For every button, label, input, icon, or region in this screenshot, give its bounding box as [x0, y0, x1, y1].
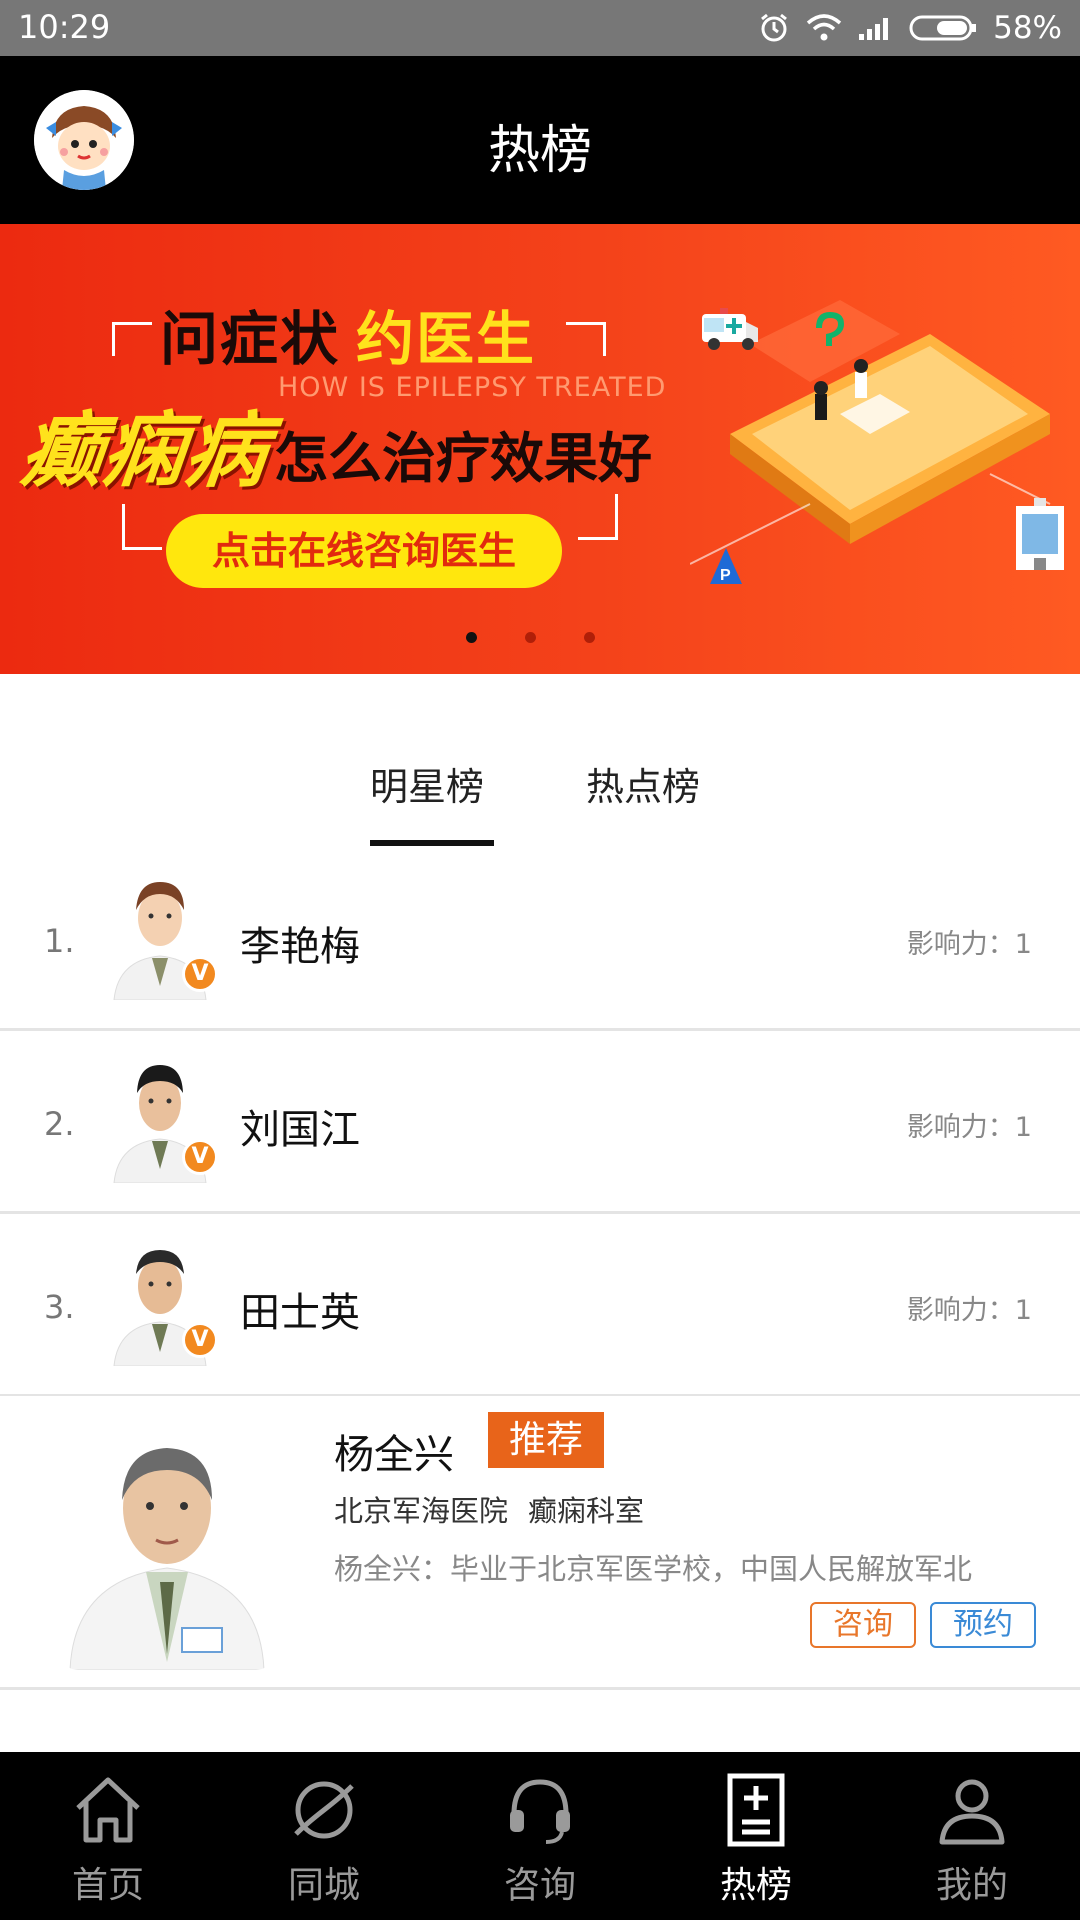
ranking-row[interactable]: 1. V 李艳梅 影响力：1 — [0, 848, 1080, 1031]
hospital-name: 北京军海医院 — [334, 1494, 509, 1528]
consult-button[interactable]: 咨询 — [810, 1602, 916, 1648]
featured-doctor-hospital: 北京军海医院 癫痫科室 — [334, 1488, 644, 1530]
nav-label: 我的 — [935, 1865, 1008, 1906]
wifi-icon — [805, 13, 843, 43]
nav-label: 热榜 — [719, 1865, 792, 1906]
doctor-name: 田士英 — [240, 1290, 360, 1336]
banner-frame-top-right — [566, 322, 606, 356]
tab-hot-list[interactable]: 热点榜 — [586, 756, 700, 811]
nav-label: 首页 — [71, 1865, 144, 1906]
app-header: 热榜 — [0, 56, 1080, 224]
ranking-tabs: 明星榜 热点榜 — [0, 674, 1080, 848]
featured-doctor-photo — [60, 1422, 274, 1670]
ambulance-icon — [702, 308, 758, 350]
tab-star-list[interactable]: 明星榜 — [370, 756, 484, 811]
home-icon — [76, 1777, 140, 1843]
banner-keyword: 癫痫病 — [16, 404, 273, 499]
ranking-row[interactable]: 3. V 田士英 影响力：1 — [0, 1214, 1080, 1397]
headset-icon — [510, 1779, 570, 1844]
hot-list-icon — [727, 1773, 785, 1847]
rank-number: 2. — [44, 1105, 75, 1143]
recommended-badge: 推荐 — [488, 1412, 604, 1468]
nav-item-hot-list[interactable]: 热榜 — [648, 1752, 864, 1920]
status-icons: 58% — [757, 8, 1062, 48]
rank-number: 1. — [44, 922, 75, 960]
page-title: 热榜 — [487, 121, 592, 181]
banner-frame-bottom-left — [122, 504, 162, 550]
department-name: 癫痫科室 — [528, 1494, 645, 1528]
banner-headline-a: 问症状 — [160, 305, 341, 373]
battery-icon — [909, 14, 979, 42]
nav-item-local[interactable]: 同城 — [216, 1752, 432, 1920]
featured-doctor-description: 杨全兴：毕业于北京军医学校，中国人民解放军北 — [334, 1552, 973, 1586]
verified-badge: V — [182, 1139, 218, 1175]
battery-percent: 58% — [993, 10, 1062, 46]
planet-icon — [294, 1781, 354, 1839]
banner-frame-top-left — [112, 322, 152, 356]
hospital-icon — [1016, 498, 1064, 570]
carousel-dot-2[interactable] — [524, 632, 536, 643]
ranking-row[interactable]: 2. V 刘国江 影响力：1 — [0, 1031, 1080, 1214]
carousel-indicator[interactable] — [0, 632, 1080, 643]
carousel-dot-3[interactable] — [583, 632, 595, 643]
doctor-name: 刘国江 — [240, 1107, 360, 1153]
status-time: 10:29 — [18, 8, 111, 46]
influence-score: 影响力：1 — [906, 1295, 1032, 1326]
signal-icon — [857, 14, 895, 42]
banner-frame-bottom-right — [578, 494, 618, 540]
verified-badge: V — [182, 956, 218, 992]
featured-doctor-card[interactable]: 杨全兴 推荐 北京军海医院 癫痫科室 杨全兴：毕业于北京军医学校，中国人民解放军北… — [0, 1396, 1080, 1690]
rank-number: 3. — [44, 1288, 75, 1326]
nav-item-home[interactable]: 首页 — [0, 1752, 216, 1920]
promo-banner[interactable]: 问症状 约医生 HOW IS EPILEPSY TREATED 癫痫病 怎么治疗效… — [0, 224, 1080, 674]
nav-item-profile[interactable]: 我的 — [864, 1752, 1080, 1920]
banner-question: 怎么治疗效果好 — [274, 427, 652, 490]
influence-score: 影响力：1 — [906, 929, 1032, 960]
status-bar: 10:29 58% — [0, 0, 1080, 56]
banner-cta-button[interactable]: 点击在线咨询医生 — [166, 514, 562, 588]
alarm-icon — [757, 11, 791, 45]
book-appointment-button[interactable]: 预约 — [930, 1602, 1036, 1648]
active-tab-underline — [370, 840, 494, 846]
parking-pin-icon: P — [710, 548, 742, 584]
banner-headline: 问症状 约医生 — [160, 292, 536, 376]
influence-score: 影响力：1 — [906, 1112, 1032, 1143]
featured-doctor-name: 杨全兴 — [334, 1432, 454, 1478]
banner-headline-b: 约医生 — [356, 305, 537, 373]
bottom-navigation: 首页 同城 咨询 热榜 我的 — [0, 1752, 1080, 1920]
profile-icon — [939, 1779, 1005, 1845]
nav-item-consult[interactable]: 咨询 — [432, 1752, 648, 1920]
banner-subtitle: HOW IS EPILEPSY TREATED — [278, 372, 667, 403]
nav-label: 咨询 — [503, 1865, 576, 1906]
svg-text:P: P — [720, 567, 731, 584]
doctor-name: 李艳梅 — [240, 924, 360, 970]
verified-badge: V — [182, 1322, 218, 1358]
nav-label: 同城 — [287, 1865, 360, 1906]
carousel-dot-1[interactable] — [465, 632, 477, 643]
